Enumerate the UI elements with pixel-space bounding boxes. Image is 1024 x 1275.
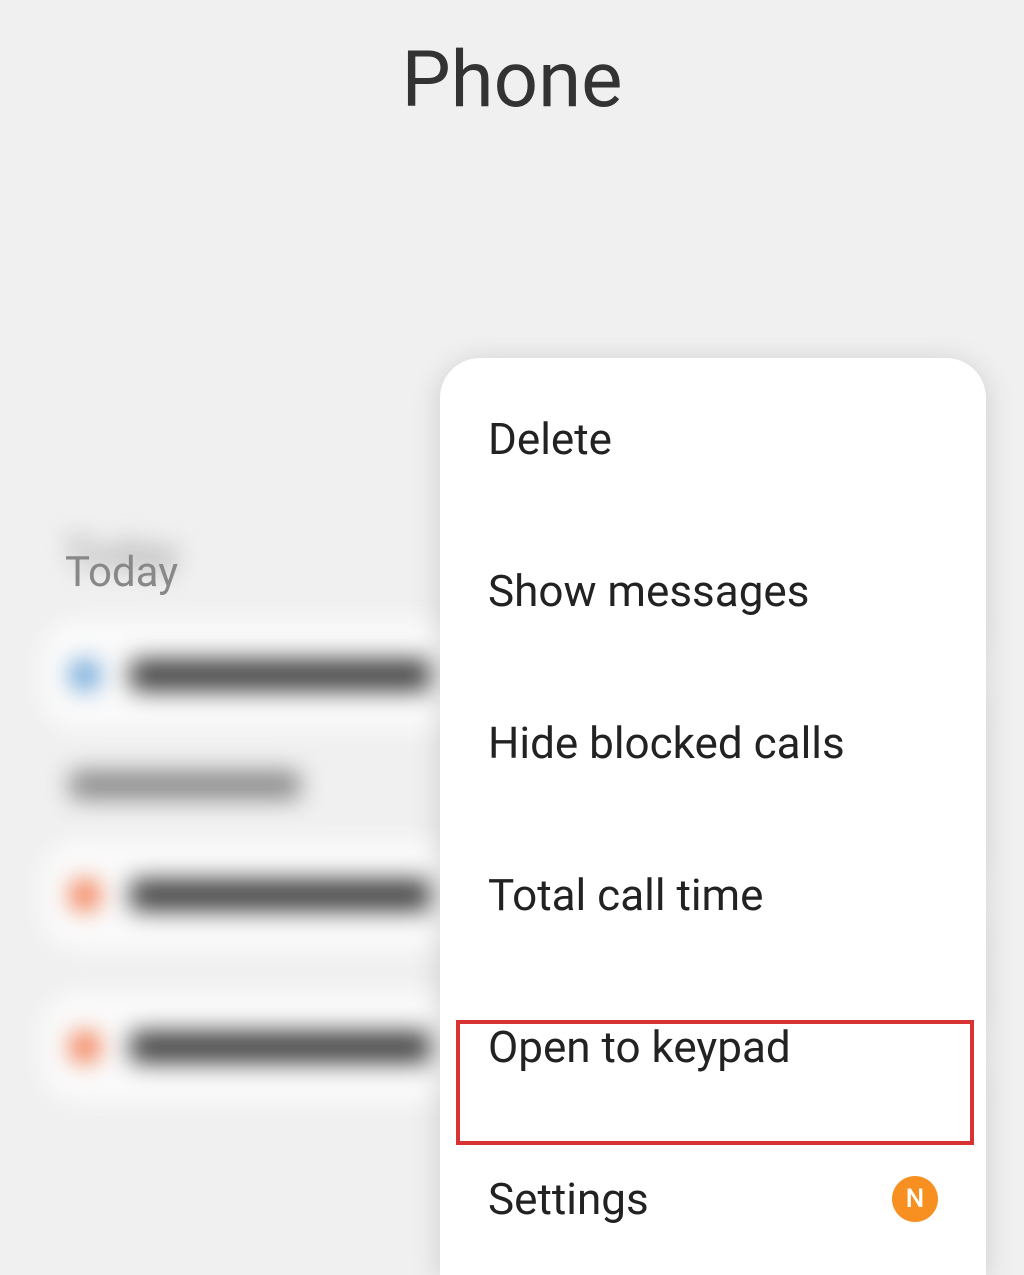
menu-item-label: Total call time — [488, 869, 763, 921]
call-number-blurred — [130, 659, 430, 691]
call-number-blurred — [130, 879, 430, 911]
menu-item-open-to-keypad[interactable]: Open to keypad — [440, 971, 986, 1123]
menu-item-label: Delete — [488, 413, 612, 465]
call-number-blurred — [130, 1031, 430, 1063]
overflow-menu: Delete Show messages Hide blocked calls … — [440, 358, 986, 1275]
menu-item-total-call-time[interactable]: Total call time — [440, 819, 986, 971]
menu-item-hide-blocked-calls[interactable]: Hide blocked calls — [440, 667, 986, 819]
new-badge: N — [892, 1176, 938, 1222]
menu-item-label: Settings — [488, 1173, 649, 1225]
section-header-today: Today — [65, 548, 178, 597]
menu-item-label: Hide blocked calls — [488, 717, 845, 769]
call-type-icon — [70, 1032, 100, 1062]
menu-item-label: Show messages — [488, 565, 809, 617]
page-title: Phone — [0, 0, 1024, 126]
menu-item-delete[interactable]: Delete — [440, 358, 986, 515]
menu-item-settings[interactable]: Settings N — [440, 1123, 986, 1275]
menu-item-show-messages[interactable]: Show messages — [440, 515, 986, 667]
call-type-icon — [70, 880, 100, 910]
menu-item-label: Open to keypad — [488, 1021, 791, 1073]
call-type-icon — [70, 660, 100, 690]
date-label-blurred — [70, 771, 300, 799]
